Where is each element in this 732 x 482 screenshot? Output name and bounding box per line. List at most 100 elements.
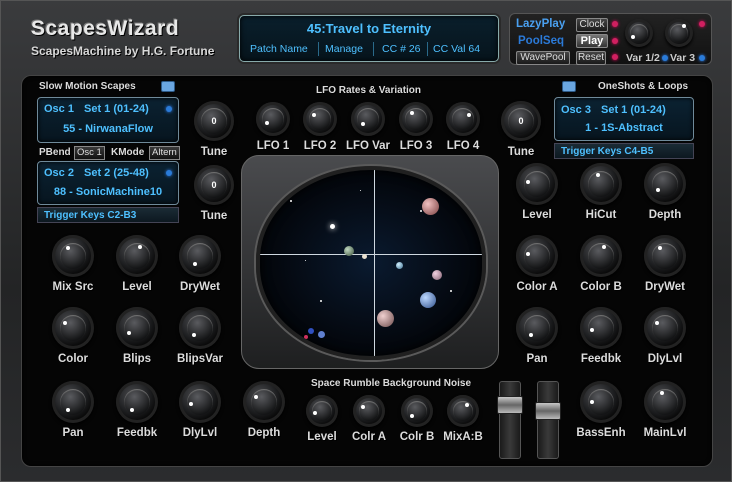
osc1-set[interactable]: Set 1 (01-24)	[84, 103, 149, 115]
drywet-label: DryWet	[179, 281, 221, 293]
blipsvar-label: BlipsVar	[176, 353, 224, 365]
clock-button[interactable]: Clock	[576, 18, 608, 32]
color-a-knob[interactable]	[513, 232, 561, 280]
tune-knob-osc3[interactable]: 0	[498, 98, 544, 144]
pan-knob[interactable]	[513, 304, 561, 352]
planet-marker[interactable]	[396, 262, 403, 269]
planet-marker[interactable]	[318, 331, 325, 338]
color-knob[interactable]	[49, 304, 97, 352]
osc2-patch[interactable]: 88 - SonicMachine10	[38, 186, 178, 198]
bassenh-knob[interactable]	[577, 378, 625, 426]
feedbk-knob[interactable]	[577, 304, 625, 352]
lfo-1-knob[interactable]	[253, 99, 293, 139]
tune-knob-osc1[interactable]: 0	[191, 98, 237, 144]
manage-button[interactable]: Manage	[325, 43, 363, 55]
osc3-set[interactable]: Set 1 (01-24)	[601, 104, 666, 116]
osc1-led-icon	[166, 106, 172, 112]
blips-knob[interactable]	[113, 304, 161, 352]
var3-label: Var 3	[670, 52, 696, 64]
osc2-set[interactable]: Set 2 (25-48)	[84, 167, 149, 179]
patch-name-button[interactable]: Patch Name	[250, 43, 308, 55]
var3-knob[interactable]	[662, 16, 696, 50]
oneshots-title: OneShots & Loops	[598, 81, 688, 92]
patch-name[interactable]: 45:Travel to Eternity	[240, 21, 498, 36]
planet-marker[interactable]	[304, 335, 308, 339]
planet-marker[interactable]	[308, 328, 314, 334]
planet-marker[interactable]	[432, 270, 442, 280]
osc2-display[interactable]: Osc 2 Set 2 (25-48) 88 - SonicMachine10	[37, 161, 179, 205]
planet-marker[interactable]	[362, 254, 367, 259]
lfo-var-knob[interactable]	[348, 99, 388, 139]
lazyplay-button[interactable]: LazyPlay	[516, 18, 565, 30]
planet-marker[interactable]	[344, 246, 354, 256]
slow-motion-title: Slow Motion Scapes	[39, 81, 136, 92]
app-subtitle: ScapesMachine by H.G. Fortune	[31, 44, 215, 58]
osc2-label: Osc 2	[44, 167, 74, 179]
folder-icon[interactable]	[161, 81, 175, 92]
tune-osc1-value: 0	[211, 116, 217, 126]
pan-knob[interactable]	[49, 378, 97, 426]
drywet-knob[interactable]	[176, 232, 224, 280]
play-button[interactable]: Play	[576, 34, 608, 48]
osc3-patch[interactable]: 1 - 1S-Abstract	[555, 122, 693, 134]
wavepool-button[interactable]: WavePool	[516, 51, 570, 65]
separator	[318, 42, 319, 56]
plugin-window: ScapesWizard ScapesMachine by H.G. Fortu…	[0, 0, 732, 482]
osc1-patch[interactable]: 55 - NirwanaFlow	[38, 123, 178, 135]
feedbk-knob[interactable]	[113, 378, 161, 426]
mix-src-knob[interactable]	[49, 232, 97, 280]
separator	[427, 42, 428, 56]
dlylvl-label: DlyLvl	[647, 353, 683, 365]
osc3-display[interactable]: Osc 3 Set 1 (01-24) 1 - 1S-Abstract	[554, 97, 694, 141]
dlylvl-knob[interactable]	[641, 304, 689, 352]
poolseq-button[interactable]: PoolSeq	[518, 35, 564, 47]
star	[320, 300, 322, 302]
lfo-3-knob[interactable]	[396, 99, 436, 139]
drywet-knob[interactable]	[641, 232, 689, 280]
pbend-select[interactable]: Osc 1	[74, 146, 105, 160]
level-knob[interactable]	[303, 392, 341, 430]
space-visualizer-frame	[241, 155, 499, 369]
depth-knob[interactable]	[240, 378, 288, 426]
star	[450, 290, 452, 292]
osc1-display[interactable]: Osc 1 Set 1 (01-24) 55 - NirwanaFlow	[37, 97, 179, 143]
mixa-b-label: MixA:B	[443, 431, 483, 443]
lfo-4-knob[interactable]	[443, 99, 483, 139]
reset-button[interactable]: Reset	[576, 51, 606, 65]
app-logo: ScapesWizard	[31, 17, 180, 40]
fader-right[interactable]	[535, 381, 561, 459]
mainlvl-knob[interactable]	[641, 378, 689, 426]
level-knob[interactable]	[513, 160, 561, 208]
tune-knob-osc2[interactable]: 0	[191, 162, 237, 208]
play-led-icon	[612, 38, 618, 44]
fader-left[interactable]	[497, 381, 523, 459]
hicut-knob[interactable]	[577, 160, 625, 208]
cc-value[interactable]: CC Val 64	[433, 43, 480, 55]
folder-icon[interactable]	[562, 81, 576, 92]
depth-knob[interactable]	[641, 160, 689, 208]
trigger-keys-right: Trigger Keys C4-B5	[554, 143, 694, 159]
planet-marker[interactable]	[422, 198, 439, 215]
var12-label: Var 1/2	[626, 52, 660, 64]
colr-b-knob[interactable]	[398, 392, 436, 430]
var12-knob[interactable]	[622, 16, 656, 50]
trigger-keys-left: Trigger Keys C2-B3	[37, 207, 179, 223]
dlylvl-knob[interactable]	[176, 378, 224, 426]
lfo-title: LFO Rates & Variation	[316, 85, 422, 96]
drywet-label: DryWet	[644, 281, 686, 293]
cc-number[interactable]: CC # 26	[382, 43, 421, 55]
planet-marker[interactable]	[377, 310, 394, 327]
level-knob[interactable]	[113, 232, 161, 280]
kmode-label: KMode	[111, 147, 145, 158]
blipsvar-knob[interactable]	[176, 304, 224, 352]
mainlvl-label: MainLvl	[643, 427, 687, 439]
planet-marker[interactable]	[420, 292, 436, 308]
color-b-knob[interactable]	[577, 232, 625, 280]
lfo-4-label: LFO 4	[446, 140, 480, 152]
star	[420, 210, 422, 212]
mixa-b-knob[interactable]	[444, 392, 482, 430]
lfo-2-knob[interactable]	[300, 99, 340, 139]
reset-led-icon	[612, 54, 618, 60]
space-visualizer[interactable]	[256, 166, 486, 360]
colr-a-knob[interactable]	[350, 392, 388, 430]
